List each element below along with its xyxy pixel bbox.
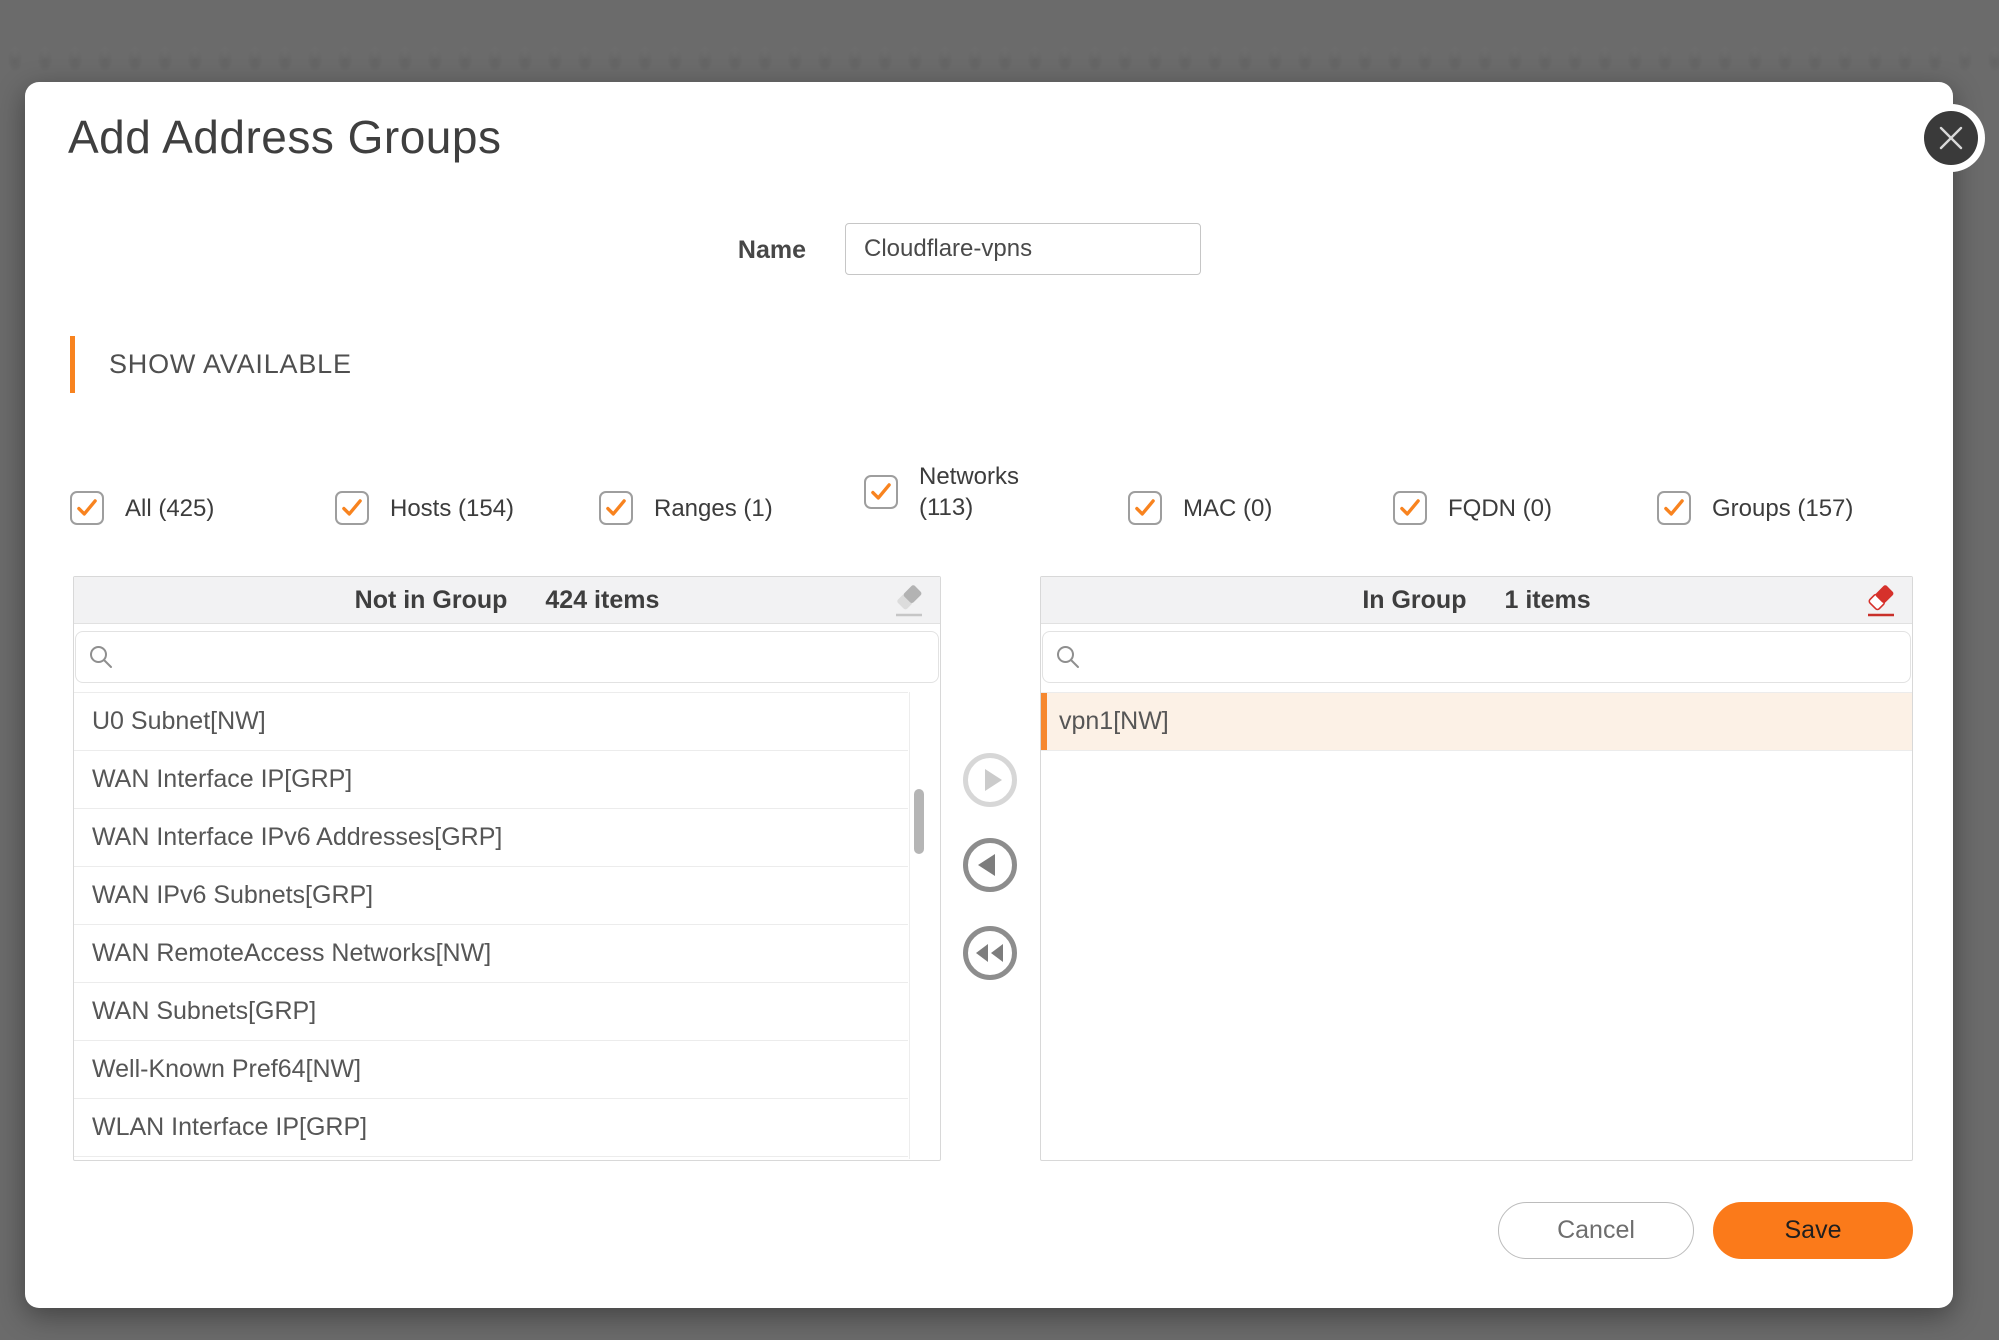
checkbox-checked-icon[interactable] <box>864 475 898 509</box>
panel-count: 424 items <box>545 586 659 615</box>
filter-checkbox-item[interactable]: All (425) <box>70 474 214 542</box>
list-item[interactable]: WAN RemoteAccess Networks[NW] <box>74 925 908 983</box>
checkbox-checked-icon[interactable] <box>599 491 633 525</box>
list-item-label: Well-Known Pref64[NW] <box>92 1055 361 1084</box>
list-item-label: WAN Interface IP[GRP] <box>92 765 352 794</box>
add-address-groups-dialog: Add Address Groups Name SHOW AVAILABLE <box>25 82 1953 1308</box>
panel-title: In Group <box>1362 586 1466 615</box>
close-icon <box>1938 125 1964 151</box>
list-item-label: WAN Interface IPv6 Addresses[GRP] <box>92 823 502 852</box>
clear-all-button-disabled[interactable] <box>890 581 928 621</box>
checkbox-checked-icon[interactable] <box>1657 491 1691 525</box>
double-arrow-left-circle-icon <box>962 925 1018 981</box>
not-in-group-list: U0 Subnet[NW] WAN Interface IP[GRP] WAN … <box>74 692 908 1159</box>
filter-label: FQDN (0) <box>1448 493 1552 524</box>
list-item-label: WAN Subnets[GRP] <box>92 997 316 1026</box>
checkbox-checked-icon[interactable] <box>335 491 369 525</box>
in-group-header: In Group 1 items <box>1041 577 1912 624</box>
filter-label: Networks (113) <box>919 461 1019 523</box>
clear-all-button[interactable] <box>1862 581 1900 621</box>
search-icon <box>88 644 114 670</box>
move-right-button[interactable] <box>962 752 1018 808</box>
close-button[interactable] <box>1924 111 1978 165</box>
section-label: SHOW AVAILABLE <box>109 349 352 380</box>
filter-label: Ranges (1) <box>654 493 773 524</box>
list-item-label: U0 Subnet[NW] <box>92 707 266 736</box>
checkbox-checked-icon[interactable] <box>1128 491 1162 525</box>
move-all-left-button[interactable] <box>962 925 1018 981</box>
filter-checkbox-item[interactable]: Networks (113) <box>864 458 1019 526</box>
list-item[interactable]: U0 Subnet[NW] <box>74 693 908 751</box>
not-in-group-header: Not in Group 424 items <box>74 577 940 624</box>
filter-label: MAC (0) <box>1183 493 1272 524</box>
not-in-group-panel: Not in Group 424 items <box>73 576 941 1161</box>
scrollbar-track[interactable] <box>910 692 941 1159</box>
list-item[interactable]: WAN Subnets[GRP] <box>74 983 908 1041</box>
filter-label: Groups (157) <box>1712 493 1853 524</box>
list-item-label: WAN RemoteAccess Networks[NW] <box>92 939 491 968</box>
blurred-background <box>0 34 1999 82</box>
save-button[interactable]: Save <box>1713 1202 1913 1259</box>
name-input[interactable] <box>845 223 1201 275</box>
show-available-section: SHOW AVAILABLE <box>70 336 352 393</box>
panel-count: 1 items <box>1504 586 1590 615</box>
check-mark-icon <box>1661 495 1687 521</box>
list-item[interactable]: vpn1[NW] <box>1041 693 1912 751</box>
list-item-label: WLAN Interface IP[GRP] <box>92 1113 367 1142</box>
eraser-icon-red <box>1863 581 1899 621</box>
filter-checkbox-item[interactable]: Hosts (154) <box>335 474 514 542</box>
scrollbar-thumb[interactable] <box>914 789 924 854</box>
list-item[interactable]: WLAN Interface IP[GRP] <box>74 1099 908 1157</box>
filter-checkbox-item[interactable]: FQDN (0) <box>1393 474 1552 542</box>
checkbox-checked-icon[interactable] <box>70 491 104 525</box>
list-item[interactable]: WAN Interface IPv6 Addresses[GRP] <box>74 809 908 867</box>
eraser-icon <box>891 581 927 621</box>
arrow-right-circle-icon <box>962 752 1018 808</box>
page-title: Add Address Groups <box>68 106 501 168</box>
cancel-button[interactable]: Cancel <box>1498 1202 1694 1259</box>
check-mark-icon <box>868 479 894 505</box>
filter-checkbox-item[interactable]: Ranges (1) <box>599 474 773 542</box>
section-accent-bar <box>70 336 75 393</box>
move-left-button[interactable] <box>962 837 1018 893</box>
list-item[interactable]: Well-Known Pref64[NW] <box>74 1041 908 1099</box>
search-box <box>1042 631 1911 683</box>
checkbox-checked-icon[interactable] <box>1393 491 1427 525</box>
check-mark-icon <box>603 495 629 521</box>
check-mark-icon <box>339 495 365 521</box>
filter-checkbox-item[interactable]: MAC (0) <box>1128 474 1272 542</box>
search-input[interactable] <box>1091 631 1898 683</box>
search-icon <box>1055 644 1081 670</box>
in-group-list: vpn1[NW] <box>1041 692 1912 1159</box>
check-mark-icon <box>74 495 100 521</box>
list-item-label: WAN IPv6 Subnets[GRP] <box>92 881 373 910</box>
in-group-panel: In Group 1 items <box>1040 576 1913 1161</box>
check-mark-icon <box>1397 495 1423 521</box>
modal-overlay: Add Address Groups Name SHOW AVAILABLE <box>0 0 1999 1340</box>
list-item-label: vpn1[NW] <box>1059 707 1169 736</box>
arrow-left-circle-icon <box>962 837 1018 893</box>
panel-title: Not in Group <box>355 586 508 615</box>
filter-label: Hosts (154) <box>390 493 514 524</box>
list-item[interactable]: WAN IPv6 Subnets[GRP] <box>74 867 908 925</box>
search-box <box>75 631 939 683</box>
check-mark-icon <box>1132 495 1158 521</box>
search-input[interactable] <box>124 631 926 683</box>
list-item[interactable]: WAN Interface IP[GRP] <box>74 751 908 809</box>
filter-label: All (425) <box>125 493 214 524</box>
name-label: Name <box>606 223 806 277</box>
filter-checkbox-item[interactable]: Groups (157) <box>1657 474 1853 542</box>
